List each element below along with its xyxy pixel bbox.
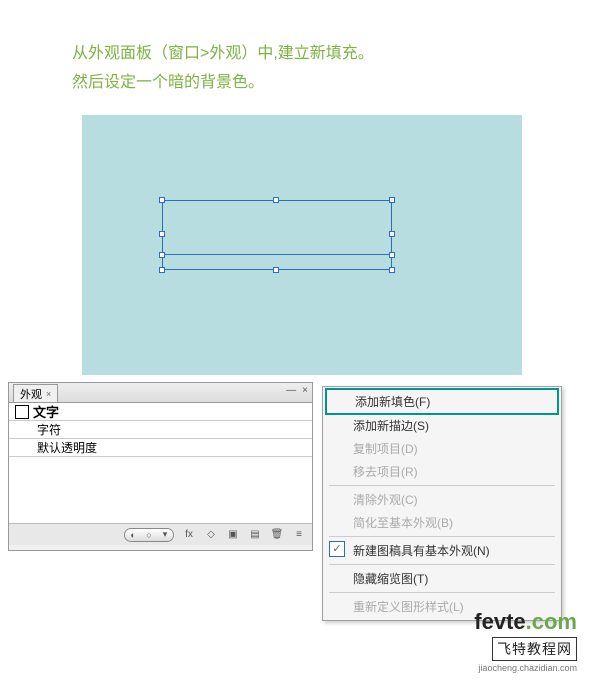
clear-appearance-icon[interactable]: ◇ (204, 528, 218, 542)
panel-context-menu: 添加新填色(F) 添加新描边(S) 复制项目(D) 移去项目(R) 清除外观(C… (322, 386, 562, 621)
panel-menu-icon[interactable]: ≡ (292, 528, 306, 542)
menu-duplicate-item: 复制项目(D) (325, 437, 559, 460)
resize-handle-ml[interactable] (159, 231, 165, 237)
panel-tab-appearance[interactable]: 外观 × (13, 384, 58, 402)
instruction-line-1: 从外观面板（窗口>外观）中,建立新填充。 (72, 40, 593, 69)
panel-body: 文字 字符 默认透明度 (9, 403, 312, 523)
resize-handle-tr[interactable] (389, 197, 395, 203)
panel-outline (8, 545, 313, 551)
menu-separator (329, 564, 555, 565)
panel-row-characters[interactable]: 字符 (9, 421, 312, 439)
row-char-label: 字符 (37, 421, 61, 438)
row-opacity-label: 默认透明度 (37, 439, 97, 456)
duplicate-item-icon[interactable]: ▤ (248, 528, 262, 542)
panel-footer: ◐ ○ ▾ fx ◇ ▣ ▤ 🗑 ≡ (9, 523, 312, 545)
check-icon: ✓ (329, 541, 345, 557)
instruction-text: 从外观面板（窗口>外观）中,建立新填充。 然后设定一个暗的背景色。 (0, 0, 593, 98)
fx-button[interactable]: fx (182, 528, 196, 542)
watermark: fevte.com 飞特教程网 jiaocheng.chazidian.com (474, 609, 577, 673)
watermark-cn: 飞特教程网 (492, 637, 577, 661)
menu-hide-thumbnail[interactable]: 隐藏缩览图(T) (325, 567, 559, 590)
appearance-panel[interactable]: 外观 × — × 文字 字符 默认透明度 ◐ ○ ▾ fx ◇ ▣ ▤ 🗑 ≡ (8, 382, 313, 546)
pill-left-icon[interactable]: ◐ (125, 529, 141, 541)
selected-text-frame[interactable] (162, 200, 392, 270)
menu-new-art-basic[interactable]: ✓ 新建图稿具有基本外观(N) (325, 539, 559, 562)
opacity-pill[interactable]: ◐ ○ ▾ (124, 528, 174, 542)
instruction-line-2: 然后设定一个暗的背景色。 (72, 69, 593, 98)
resize-handle-tl[interactable] (159, 197, 165, 203)
new-fill-icon[interactable]: ▣ (226, 528, 240, 542)
menu-remove-item: 移去项目(R) (325, 460, 559, 483)
menu-reduce-basic: 简化至基本外观(B) (325, 511, 559, 534)
tab-close-icon[interactable]: × (46, 389, 51, 399)
resize-handle-bl[interactable] (159, 267, 165, 273)
watermark-sub: jiaocheng.chazidian.com (474, 663, 577, 673)
menu-add-fill[interactable]: 添加新填色(F) (325, 388, 559, 415)
panel-row-type[interactable]: 文字 (9, 403, 312, 421)
pill-mid-icon[interactable]: ○ (141, 529, 157, 541)
trash-icon[interactable]: 🗑 (270, 528, 284, 542)
resize-handle-br[interactable] (389, 267, 395, 273)
baseline-handle-r[interactable] (389, 252, 395, 258)
resize-handle-mr[interactable] (389, 231, 395, 237)
menu-separator (329, 592, 555, 593)
text-baseline (163, 254, 391, 255)
row-text-label: 文字 (33, 402, 59, 421)
pill-right-icon[interactable]: ▾ (157, 529, 173, 541)
canvas-area[interactable] (82, 115, 522, 375)
baseline-handle-l[interactable] (159, 252, 165, 258)
panel-tab-label: 外观 (20, 386, 42, 402)
menu-clear-appearance: 清除外观(C) (325, 488, 559, 511)
menu-separator (329, 485, 555, 486)
swatch-none-icon[interactable] (15, 405, 29, 419)
menu-add-stroke[interactable]: 添加新描边(S) (325, 414, 559, 437)
resize-handle-bm[interactable] (273, 267, 279, 273)
panel-minimize-icon[interactable]: — (286, 385, 296, 396)
panel-row-opacity[interactable]: 默认透明度 (9, 439, 312, 457)
watermark-brand: fevte.com (474, 609, 577, 635)
panel-tab-bar: 外观 × — × (9, 383, 312, 403)
menu-separator (329, 536, 555, 537)
panel-close-icon[interactable]: × (302, 385, 308, 396)
resize-handle-tm[interactable] (273, 197, 279, 203)
